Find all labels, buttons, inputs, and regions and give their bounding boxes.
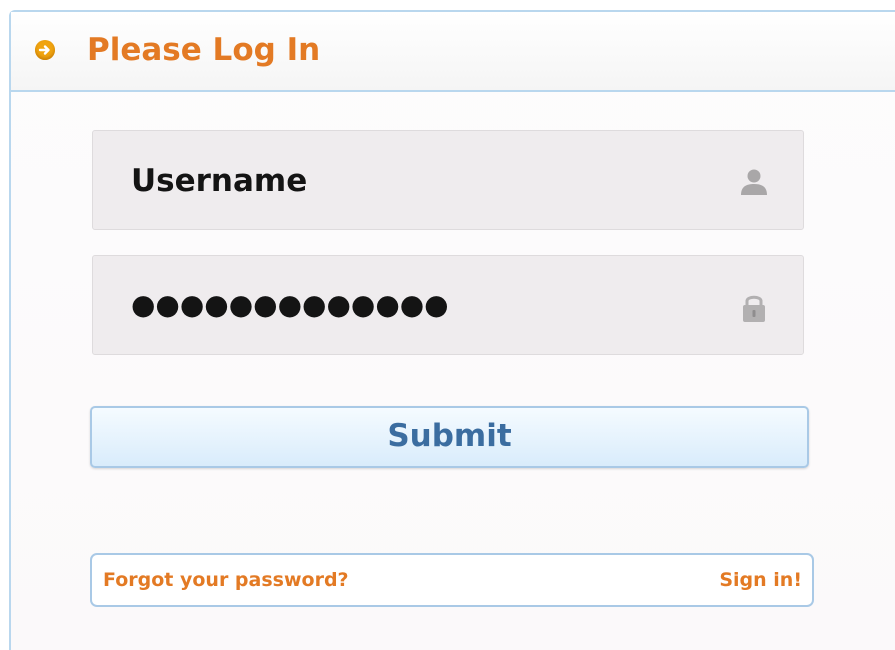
panel-header: Please Log In (11, 12, 895, 92)
submit-button[interactable]: Submit (90, 406, 809, 468)
password-field[interactable]: ●●●●●●●●●●●●● (92, 255, 804, 355)
login-footer: Forgot your password? Sign in! (90, 553, 814, 607)
password-value: ●●●●●●●●●●●●● (131, 288, 449, 321)
forgot-password-link[interactable]: Forgot your password? (103, 555, 349, 605)
username-value: Username (131, 163, 308, 199)
sign-in-link[interactable]: Sign in! (719, 555, 802, 605)
username-field[interactable]: Username (92, 130, 804, 230)
lock-icon (739, 290, 769, 324)
login-panel: Please Log In Username ●●●●●●●●●●●●● Sub… (9, 10, 895, 650)
user-icon (739, 165, 769, 199)
arrow-right-circle-icon (35, 40, 55, 60)
page-title: Please Log In (87, 32, 321, 68)
